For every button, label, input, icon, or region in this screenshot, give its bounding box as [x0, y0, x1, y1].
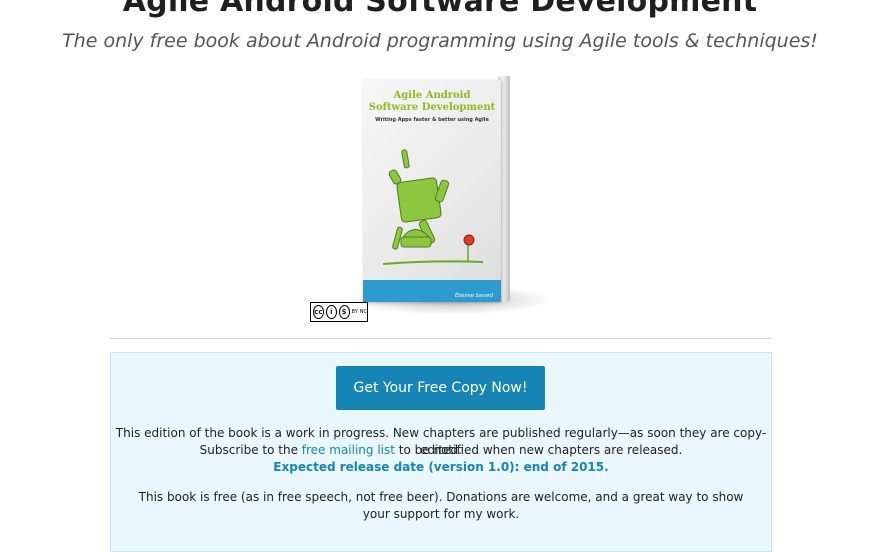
- subscribe-suffix: to be notified when new chapters are rel…: [394, 443, 683, 457]
- cover-subtitle: Writing Apps faster & better using Agile: [375, 117, 489, 123]
- release-date-text: Expected release date (version 1.0): end…: [273, 460, 609, 474]
- cc-nc-label: NC: [359, 309, 367, 315]
- subscribe-text: Subscribe to the free mailing list to be…: [111, 442, 771, 459]
- download-panel: Get Your Free Copy Now! This edition of …: [110, 352, 772, 552]
- attribution-icon: i: [325, 305, 337, 319]
- creative-commons-license-badge[interactable]: cc i $ BY NC: [310, 302, 368, 322]
- android-drawing-illustration: [382, 149, 484, 265]
- cc-by-label: BY: [351, 309, 358, 315]
- cover-title-line1: Agile Android: [393, 90, 471, 101]
- cover-title: Agile Android Software Development: [363, 90, 501, 114]
- page-subtitle: The only free book about Android program…: [62, 30, 818, 52]
- noncommercial-icon: $: [338, 305, 350, 319]
- donation-text: This book is free (as in free speech, no…: [138, 490, 744, 521]
- book-cover: Agile Android Software Development Writi…: [363, 80, 501, 302]
- cover-title-line2: Software Development: [368, 102, 496, 113]
- book-cover-image: Agile Android Software Development Writi…: [345, 70, 555, 315]
- cover-author: Étienne Savard: [454, 293, 493, 299]
- mailing-list-link[interactable]: free mailing list: [302, 443, 395, 457]
- cover-footer-strip: Étienne Savard: [363, 280, 501, 302]
- page-title: Agile Android Software Development: [122, 0, 758, 19]
- subscribe-prefix: Subscribe to the: [199, 443, 302, 457]
- cc-icon: cc: [313, 305, 324, 319]
- section-divider: [110, 338, 772, 339]
- get-free-copy-button[interactable]: Get Your Free Copy Now!: [336, 366, 545, 410]
